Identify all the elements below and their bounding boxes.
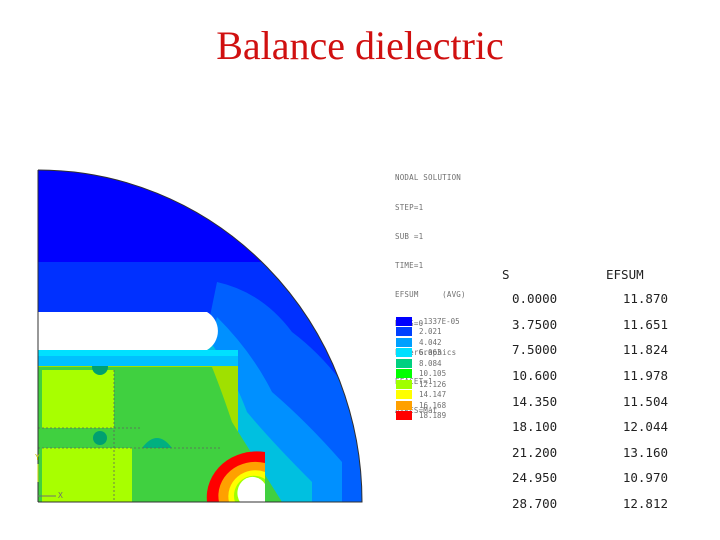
cell-efsum: 11.824 [622, 342, 668, 358]
table-header: S EFSUM [498, 262, 676, 286]
table-body: 0.0000 11.870 3.7500 11.651 7.5000 11.824 10.6… [498, 286, 676, 516]
table-row: 10.600 11.978 [498, 363, 676, 389]
y-axis-label: Y [35, 453, 40, 462]
legend-entry: 18.189 [396, 411, 460, 422]
cell-efsum: 11.978 [622, 368, 668, 384]
cell-efsum: 12.044 [622, 419, 668, 435]
contour-plot: Y X [22, 152, 386, 520]
legend-swatch [396, 337, 412, 347]
legend-entry: 12.126 [396, 379, 460, 390]
table-row: 3.7500 11.651 [498, 312, 676, 338]
ansys-text-line: SUB =1 [395, 231, 424, 241]
legend-swatch [396, 348, 412, 358]
field-contour-graphic: Y X [35, 169, 363, 503]
ansys-text-line: NODAL SOLUTION [395, 173, 462, 183]
column-header-s: S [502, 266, 510, 282]
column-header-efsum: EFSUM [606, 266, 644, 282]
legend-entry: 2.021 [396, 327, 460, 338]
legend-value: 16.168 [419, 400, 447, 410]
table-row: 28.700 12.812 [498, 491, 676, 517]
legend-value: 18.189 [419, 411, 447, 421]
efsum-table: S EFSUM 0.0000 11.870 3.7500 11.651 7.5000 11… [498, 262, 676, 516]
contour-legend: .1337E-05 2.021 4.042 6.063 8.084 10.105 12.12… [396, 316, 460, 421]
ansys-text-line: TIME=1 [395, 260, 424, 270]
legend-entry: 6.063 [396, 348, 460, 359]
legend-entry: 8.084 [396, 358, 460, 369]
cell-s: 18.100 [512, 419, 558, 435]
legend-value: .1337E-05 [419, 316, 460, 326]
ansys-text-line: STEP=1 [395, 202, 424, 212]
legend-entry: 4.042 [396, 337, 460, 348]
cell-efsum: 11.870 [622, 291, 668, 307]
x-axis-label: X [58, 491, 63, 500]
table-row: 0.0000 11.870 [498, 286, 676, 312]
legend-entry: .1337E-05 [396, 316, 460, 327]
legend-entry: 16.168 [396, 400, 460, 411]
table-row: 18.100 12.044 [498, 414, 676, 440]
cell-efsum: 11.651 [622, 316, 668, 332]
ansys-text-line: EFSUM (AVG) [395, 289, 466, 299]
cell-s: 7.5000 [512, 342, 558, 358]
cell-s: 14.350 [512, 393, 558, 409]
cell-s: 21.200 [512, 444, 558, 460]
table-row: 21.200 13.160 [498, 440, 676, 466]
table-row: 7.5000 11.824 [498, 337, 676, 363]
cell-s: 3.7500 [512, 316, 558, 332]
cell-s: 10.600 [512, 368, 558, 384]
legend-swatch [396, 411, 412, 421]
cell-s: 24.950 [512, 470, 558, 486]
table-row: 14.350 11.504 [498, 388, 676, 414]
table-row: 24.950 10.970 [498, 465, 676, 491]
cell-s: 0.0000 [512, 291, 558, 307]
cell-efsum: 12.812 [622, 496, 668, 512]
legend-value: 14.147 [419, 390, 447, 400]
legend-value: 2.021 [419, 327, 442, 337]
cell-efsum: 11.504 [622, 393, 668, 409]
legend-swatch [396, 390, 412, 400]
cell-efsum: 13.160 [622, 444, 668, 460]
legend-swatch [396, 379, 412, 389]
cell-efsum: 10.970 [622, 470, 668, 486]
legend-swatch [396, 369, 412, 379]
legend-swatch [396, 327, 412, 337]
legend-swatch [396, 358, 412, 368]
cell-s: 28.700 [512, 496, 558, 512]
legend-value: 12.126 [419, 379, 447, 389]
legend-value: 6.063 [419, 348, 442, 358]
legend-value: 10.105 [419, 369, 447, 379]
slide-title: Balance dielectric [216, 23, 504, 68]
legend-value: 4.042 [419, 337, 442, 347]
legend-swatch [396, 400, 412, 410]
legend-entry: 10.105 [396, 369, 460, 380]
legend-value: 8.084 [419, 358, 442, 368]
legend-swatch [396, 316, 412, 326]
legend-entry: 14.147 [396, 390, 460, 401]
